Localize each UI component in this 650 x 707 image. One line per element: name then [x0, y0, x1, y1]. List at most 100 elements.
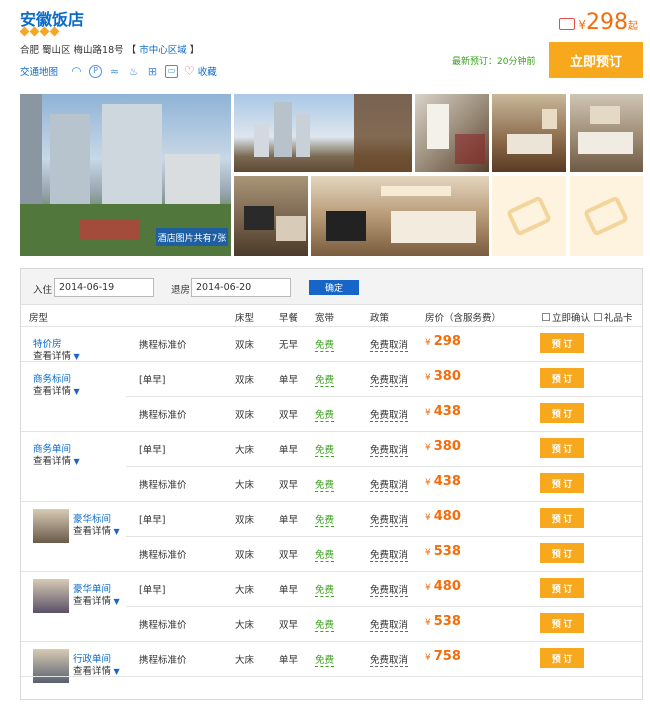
diamond-icon — [19, 26, 30, 37]
bed-type: 双床 — [235, 515, 255, 526]
broadband-free[interactable]: 免费 — [315, 407, 335, 422]
cancel-policy[interactable]: 免费取消 — [370, 407, 409, 422]
breakfast: 双早 — [279, 410, 299, 421]
photo-5[interactable] — [570, 94, 643, 172]
bedroom-wide-photo — [326, 186, 476, 243]
broadband-free[interactable]: 免费 — [315, 512, 335, 527]
book-button[interactable]: 预 订 — [540, 508, 584, 528]
cancel-policy[interactable]: 免费取消 — [370, 652, 409, 667]
rate-price-value: 380 — [433, 369, 461, 384]
main-photo[interactable]: 酒店图片共有7张 — [20, 94, 231, 256]
rate-row: 携程标准价 大床 单早 免费 免费取消 ¥758 预 订 — [21, 641, 642, 676]
rate-price: ¥380 — [425, 439, 461, 454]
checkin-label: 入住 — [33, 285, 53, 296]
cancel-policy[interactable]: 免费取消 — [370, 372, 409, 387]
rate-row: 携程标准价 双床 双早 免费 免费取消 ¥438 预 订 — [21, 396, 642, 431]
photo-count-label[interactable]: 酒店图片共有7张 — [156, 228, 228, 246]
photo-6[interactable] — [234, 176, 308, 256]
breakfast: 单早 — [279, 375, 299, 386]
book-button[interactable]: 预 订 — [540, 578, 584, 598]
gift-card-checkbox[interactable] — [594, 313, 602, 321]
gift-card-filter[interactable]: 礼品卡 — [594, 310, 633, 324]
gym-icon: ⊞ — [147, 64, 158, 78]
lowest-price-value: 298 — [586, 10, 628, 35]
book-button[interactable]: 预 订 — [540, 438, 584, 458]
cancel-policy[interactable]: 免费取消 — [370, 582, 409, 597]
diamond-icon — [29, 26, 40, 37]
traffic-map-link[interactable]: 交通地图 — [20, 64, 58, 78]
currency-symbol: ¥ — [425, 618, 431, 628]
cancel-policy[interactable]: 免费取消 — [370, 617, 409, 632]
bed-type: 双床 — [235, 550, 255, 561]
book-now-button[interactable]: 立即预订 — [549, 42, 643, 78]
broadband-free[interactable]: 免费 — [315, 372, 335, 387]
book-button[interactable]: 预 订 — [540, 613, 584, 633]
rate-price-value: 758 — [433, 649, 461, 664]
ticket-placeholder-icon — [584, 196, 628, 236]
rate-plan: [单早] — [139, 585, 166, 596]
rate-plan: 携程标准价 — [139, 550, 187, 561]
heart-icon: ♡ — [184, 64, 195, 78]
cancel-policy[interactable]: 免费取消 — [370, 442, 409, 457]
book-button[interactable]: 预 订 — [540, 648, 584, 668]
table-divider — [21, 676, 642, 677]
area-link[interactable]: 市中心区域 — [139, 45, 187, 56]
restaurant-icon: ♨ — [128, 64, 139, 78]
broadband-free[interactable]: 免费 — [315, 477, 335, 492]
instant-confirm-filter[interactable]: 立即确认 — [542, 310, 590, 324]
photo-7[interactable] — [311, 176, 489, 256]
lowest-price: ¥ 298 起 — [578, 10, 638, 35]
bed-type: 大床 — [235, 585, 255, 596]
area-bracket-open: 【 — [126, 45, 137, 56]
broadband-free[interactable]: 免费 — [315, 582, 335, 597]
hotel-address: 合肥 蜀山区 梅山路18号 【 市中心区域 】 — [20, 42, 199, 56]
breakfast: 单早 — [279, 515, 299, 526]
price-tag-icon — [559, 18, 575, 30]
checkin-input[interactable] — [54, 278, 154, 297]
checkout-input[interactable] — [191, 278, 291, 297]
instant-confirm-checkbox[interactable] — [542, 313, 550, 321]
confirm-dates-button[interactable]: 确定 — [309, 280, 359, 295]
book-button[interactable]: 预 订 — [540, 403, 584, 423]
book-button[interactable]: 预 订 — [540, 473, 584, 493]
book-button[interactable]: 预 订 — [540, 333, 584, 353]
broadband-free[interactable]: 免费 — [315, 617, 335, 632]
rate-plan: [单早] — [139, 375, 166, 386]
broadband-free[interactable]: 免费 — [315, 547, 335, 562]
currency-symbol: ¥ — [578, 18, 586, 32]
bed-type: 大床 — [235, 480, 255, 491]
gift-card-label: 礼品卡 — [604, 313, 633, 324]
photo-3[interactable] — [415, 94, 489, 172]
bed-type: 大床 — [235, 445, 255, 456]
rate-plan: 携程标准价 — [139, 480, 187, 491]
checkout-label: 退房 — [171, 285, 191, 296]
photo-placeholder-1 — [492, 176, 566, 256]
photo-2[interactable] — [234, 94, 412, 172]
cancel-policy[interactable]: 免费取消 — [370, 512, 409, 527]
header-policy: 政策 — [370, 313, 390, 324]
bed-type: 双床 — [235, 340, 255, 351]
cityscape-photo — [254, 94, 412, 172]
photo-4[interactable] — [492, 94, 566, 172]
address-text: 合肥 蜀山区 梅山路18号 — [20, 45, 124, 56]
currency-symbol: ¥ — [425, 338, 431, 348]
cancel-policy[interactable]: 免费取消 — [370, 477, 409, 492]
book-button[interactable]: 预 订 — [540, 368, 584, 388]
rate-row: 携程标准价 大床 双早 免费 免费取消 ¥438 预 订 — [21, 466, 642, 501]
favorite-button[interactable]: ♡ 收藏 — [184, 64, 217, 78]
header-breakfast: 早餐 — [279, 313, 299, 324]
cancel-policy[interactable]: 免费取消 — [370, 337, 409, 352]
bed-type: 双床 — [235, 410, 255, 421]
broadband-free[interactable]: 免费 — [315, 652, 335, 667]
currency-symbol: ¥ — [425, 443, 431, 453]
book-button[interactable]: 预 订 — [540, 543, 584, 563]
rate-price: ¥758 — [425, 649, 461, 664]
currency-symbol: ¥ — [425, 653, 431, 663]
broadband-free[interactable]: 免费 — [315, 442, 335, 457]
cancel-policy[interactable]: 免费取消 — [370, 547, 409, 562]
price-suffix: 起 — [628, 21, 638, 32]
wifi-icon: ◠ — [71, 64, 82, 78]
rate-row: [单早] 双床 单早 免费 免费取消 ¥380 预 订 — [21, 361, 642, 396]
broadband-free[interactable]: 免费 — [315, 337, 335, 352]
breakfast: 单早 — [279, 445, 299, 456]
